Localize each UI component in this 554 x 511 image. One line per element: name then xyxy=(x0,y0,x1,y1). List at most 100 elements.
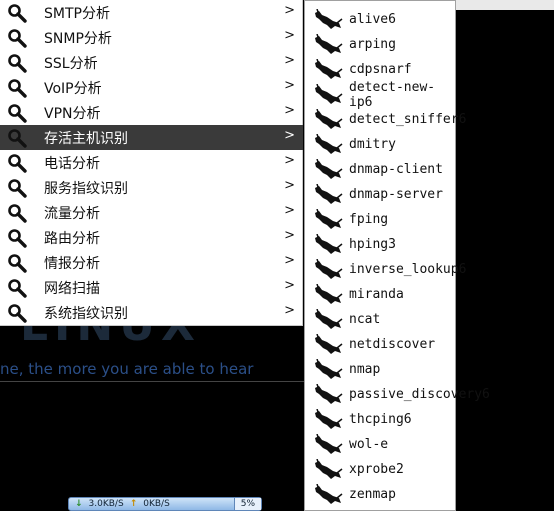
kali-dragon-icon xyxy=(313,183,343,206)
kali-dragon-icon xyxy=(313,133,343,156)
menu-item-tool[interactable]: cdpsnarf xyxy=(305,57,455,82)
magnifier-icon xyxy=(7,203,27,223)
magnifier-icon xyxy=(7,78,27,98)
cpu-usage: 5% xyxy=(233,498,261,510)
menu-item-category[interactable]: VoIP分析 > xyxy=(0,75,303,100)
kali-dragon-icon xyxy=(313,408,343,431)
menu-item-tool[interactable]: passive_discovery6 xyxy=(305,382,490,407)
menu-item-tool[interactable]: netdiscover xyxy=(305,332,455,357)
menu-item-label: hping3 xyxy=(349,237,396,252)
magnifier-icon xyxy=(7,253,27,273)
kali-dragon-icon xyxy=(313,333,343,356)
kali-dragon-icon xyxy=(313,258,343,281)
menu-item-label: dnmap-client xyxy=(349,162,443,177)
menu-item-label: nmap xyxy=(349,362,381,377)
menu-item-tool[interactable]: fping xyxy=(305,207,455,232)
menu-item-label: arping xyxy=(349,37,396,52)
menu-item-category[interactable]: 服务指纹识别 > xyxy=(0,175,303,200)
kali-dragon-icon xyxy=(313,383,343,406)
menu-item-tool[interactable]: xprobe2 xyxy=(305,457,455,482)
download-arrow-icon: ↓ xyxy=(75,499,83,509)
menu-item-tool[interactable]: dmitry xyxy=(305,132,455,157)
category-menu: SMTP分析 > SNMP分析 > SSL分析 > VoIP分析 > VPN分析 > 存活主机识别 >… xyxy=(0,0,303,326)
menu-item-tool[interactable]: inverse_lookup6 xyxy=(305,257,466,282)
kali-dragon-icon xyxy=(313,308,343,331)
menu-item-category[interactable]: 系统指纹识别 > xyxy=(0,300,303,325)
menu-item-tool[interactable]: nmap xyxy=(305,357,455,382)
menu-item-label: xprobe2 xyxy=(349,462,404,477)
menu-item-label: SMTP分析 xyxy=(44,5,110,22)
menu-item-tool[interactable]: ncat xyxy=(305,307,455,332)
submenu-arrow-icon: > xyxy=(284,53,295,68)
menu-item-label: SNMP分析 xyxy=(44,30,112,47)
tools-submenu: alive6 arping cdpsnarf detect-new-ip6 detect… xyxy=(304,0,490,511)
upload-rate: 0KB/S xyxy=(143,499,170,509)
magnifier-icon xyxy=(7,278,27,298)
menu-item-tool[interactable]: detect-new-ip6 xyxy=(305,79,455,110)
submenu-arrow-icon: > xyxy=(284,103,295,118)
menu-item-tool[interactable]: zenmap xyxy=(305,482,455,507)
submenu-arrow-icon: > xyxy=(284,3,295,18)
menu-item-label: inverse_lookup6 xyxy=(349,262,467,277)
menu-item-tool[interactable]: dnmap-client xyxy=(305,157,455,182)
menu-item-label: thcping6 xyxy=(349,412,412,427)
menu-item-category[interactable]: 网络扫描 > xyxy=(0,275,303,300)
submenu-arrow-icon: > xyxy=(284,128,295,143)
menu-item-label: VPN分析 xyxy=(44,105,101,122)
magnifier-icon xyxy=(7,53,27,73)
menu-item-tool[interactable]: arping xyxy=(305,32,455,57)
menu-item-tool[interactable]: miranda xyxy=(305,282,455,307)
submenu-arrow-icon: > xyxy=(284,303,295,318)
kali-dragon-icon xyxy=(313,83,343,106)
menu-item-label: ncat xyxy=(349,312,381,327)
kali-dragon-icon xyxy=(313,58,343,81)
magnifier-icon xyxy=(7,303,27,323)
upload-arrow-icon: ↑ xyxy=(129,499,138,509)
menu-item-tool[interactable]: alive6 xyxy=(305,7,455,32)
menu-item-label: detect-new-ip6 xyxy=(349,79,436,110)
menu-item-label: 系统指纹识别 xyxy=(44,305,128,322)
menu-item-category[interactable]: 情报分析 > xyxy=(0,250,303,275)
kali-dragon-icon xyxy=(313,158,343,181)
menu-item-category[interactable]: 路由分析 > xyxy=(0,225,303,250)
menu-item-tool[interactable]: wol-e xyxy=(305,432,455,457)
menu-item-tool[interactable]: hping3 xyxy=(305,232,455,257)
menu-item-category[interactable]: SNMP分析 > xyxy=(0,25,303,50)
kali-dragon-icon xyxy=(313,283,343,306)
submenu-arrow-icon: > xyxy=(284,203,295,218)
wallpaper-tagline: ne, the more you are able to hear xyxy=(0,360,254,378)
menu-item-label: cdpsnarf xyxy=(349,62,412,77)
menu-item-label: VoIP分析 xyxy=(44,80,102,97)
submenu-arrow-icon: > xyxy=(284,278,295,293)
magnifier-icon xyxy=(7,228,27,248)
kali-dragon-icon xyxy=(313,108,343,131)
menu-item-tool[interactable]: dnmap-server xyxy=(305,182,455,207)
submenu-arrow-icon: > xyxy=(284,228,295,243)
menu-item-category[interactable]: 存活主机识别 > xyxy=(0,125,303,150)
menu-item-label: 存活主机识别 xyxy=(44,130,128,147)
menu-item-category[interactable]: SSL分析 > xyxy=(0,50,303,75)
menu-item-tool[interactable]: detect_sniffer6 xyxy=(305,107,466,132)
kali-dragon-icon xyxy=(313,208,343,231)
menu-item-label: wol-e xyxy=(349,437,389,452)
magnifier-icon xyxy=(7,28,27,48)
kali-dragon-icon xyxy=(313,458,343,481)
submenu-arrow-icon: > xyxy=(284,178,295,193)
menu-item-category[interactable]: 流量分析 > xyxy=(0,200,303,225)
menu-item-label: zenmap xyxy=(349,487,396,502)
menu-item-label: 电话分析 xyxy=(44,155,100,172)
magnifier-icon xyxy=(7,153,27,173)
menu-item-label: 服务指纹识别 xyxy=(44,180,128,197)
menu-item-label: alive6 xyxy=(349,12,396,27)
network-monitor[interactable]: ↓ 3.0KB/S ↑ 0KB/S 5% xyxy=(68,497,262,511)
kali-dragon-icon xyxy=(313,8,343,31)
kali-dragon-icon xyxy=(313,483,343,506)
menu-item-tool[interactable]: thcping6 xyxy=(305,407,455,432)
menu-item-label: dnmap-server xyxy=(349,187,443,202)
kali-dragon-icon xyxy=(313,233,343,256)
menu-item-label: detect_sniffer6 xyxy=(349,112,467,127)
menu-item-category[interactable]: VPN分析 > xyxy=(0,100,303,125)
magnifier-icon xyxy=(7,103,27,123)
menu-item-category[interactable]: 电话分析 > xyxy=(0,150,303,175)
menu-item-category[interactable]: SMTP分析 > xyxy=(0,0,303,25)
